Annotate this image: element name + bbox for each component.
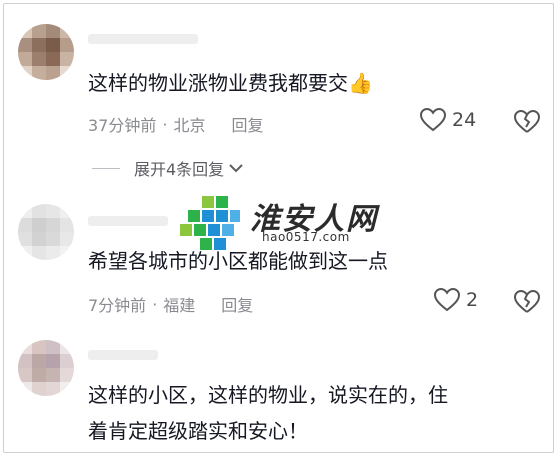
watermark: 淮安人网 hao0517.com [180,192,420,252]
expand-replies-button[interactable]: 展开4条回复 [92,156,244,180]
comment-list: 这样的物业涨物业费我都要交👍 37分钟前 · 北京 回复 24 展开4条回复 希… [3,3,554,453]
divider-line [92,167,120,169]
like-count: 24 [452,109,477,131]
dislike-button[interactable] [514,290,540,318]
broken-heart-icon [514,110,540,133]
comment-text-line: 这样的小区，这样的物业，说实在的，住 [88,383,448,407]
heart-icon [434,288,460,312]
comment-meta: 37分钟前 · 北京 回复 [88,112,264,136]
like-button[interactable]: 24 [420,108,476,132]
avatar[interactable] [18,340,74,396]
chevron-down-icon [229,164,243,173]
username-blurred[interactable] [88,216,168,226]
avatar[interactable] [18,204,74,260]
like-button[interactable]: 2 [434,288,478,312]
reply-button[interactable]: 回复 [231,112,263,136]
comment-meta: 7分钟前 · 福建 回复 [88,292,253,316]
username-blurred[interactable] [88,34,198,44]
like-count: 2 [466,289,479,311]
comment-time: 7分钟前 [88,296,147,315]
username-blurred[interactable] [88,350,158,360]
meta-separator: · [162,114,168,134]
thumbs-up-emoji: 👍 [348,71,373,95]
comment-time: 37分钟前 [88,116,157,135]
comment-text: 这样的物业涨物业费我都要交👍 [88,71,373,95]
comment-location: 福建 [163,296,196,315]
reply-button[interactable]: 回复 [221,292,253,316]
avatar[interactable] [18,24,74,80]
watermark-url: hao0517.com [262,230,350,244]
broken-heart-icon [514,290,540,313]
dislike-button[interactable] [514,110,540,138]
heart-icon [420,108,446,132]
watermark-logo-icon [180,196,240,250]
expand-replies-label: 展开4条回复 [134,160,225,179]
comment-location: 北京 [173,116,206,135]
meta-separator: · [152,294,158,314]
comment-text-line: 着肯定超级踏实和安心！ [88,419,308,443]
